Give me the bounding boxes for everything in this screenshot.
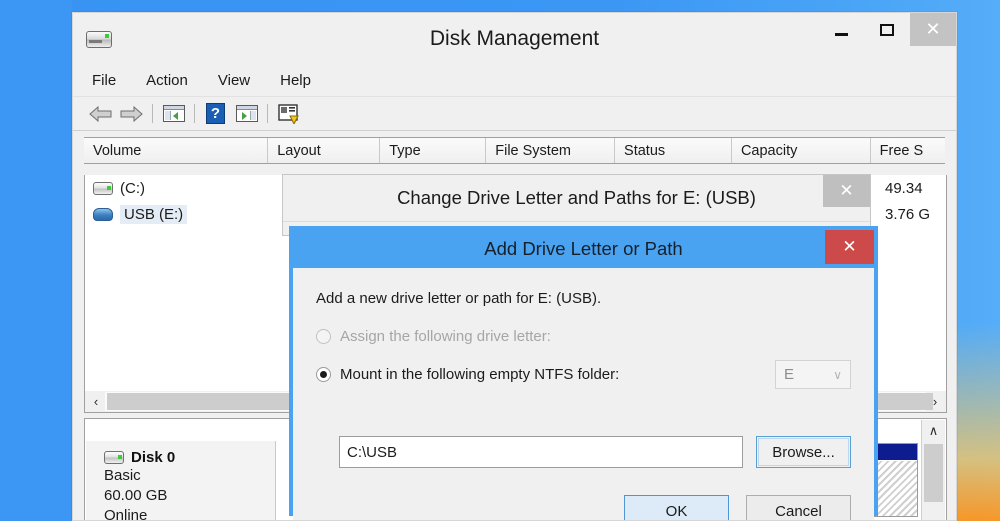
column-header-type[interactable]: Type: [380, 138, 487, 163]
disk-info-block[interactable]: Disk 0 Basic 60.00 GB Online: [86, 441, 276, 520]
column-header-capacity[interactable]: Capacity: [731, 138, 871, 163]
maximize-icon: [880, 23, 894, 36]
minimize-icon: [834, 32, 848, 36]
chevron-down-icon: ∨: [833, 367, 842, 382]
cell-freespace-row1: 3.76 G: [885, 206, 931, 223]
assign-drive-letter-radio[interactable]: [316, 329, 331, 344]
close-icon: ✕: [839, 181, 854, 200]
disk-management-window: Disk Management ✕ File Action View Help: [72, 12, 957, 521]
disk-title-row: Disk 0: [104, 449, 275, 466]
rescan-disks-button[interactable]: [273, 101, 304, 127]
mount-ntfs-folder-option[interactable]: Mount in the following empty NTFS folder…: [316, 366, 851, 383]
toolbar-separator-2: [194, 104, 195, 123]
show-console-tree-icon: [162, 105, 185, 122]
minimize-button[interactable]: [818, 13, 864, 46]
show-action-pane-button[interactable]: [231, 101, 262, 127]
volume-table-header: Volume Layout Type File System Status Ca…: [84, 137, 945, 164]
hscroll-right-arrow[interactable]: ›: [925, 392, 945, 412]
change-drive-letter-dialog-close-button[interactable]: ✕: [823, 175, 870, 207]
change-drive-letter-dialog-title: Change Drive Letter and Paths for E: (US…: [397, 187, 756, 208]
mount-ntfs-folder-radio[interactable]: [316, 367, 331, 382]
column-header-filesystem[interactable]: File System: [486, 138, 616, 163]
vscroll-thumb[interactable]: [924, 444, 943, 502]
back-arrow-icon: [89, 105, 112, 122]
desktop-background-left: [0, 0, 72, 521]
dialog-description: Add a new drive letter or path for E: (U…: [316, 290, 602, 307]
assign-drive-letter-option[interactable]: Assign the following drive letter:: [316, 328, 851, 345]
column-header-status[interactable]: Status: [615, 138, 732, 163]
dialog-footer: OK Cancel: [624, 495, 851, 520]
add-drive-letter-dialog: Add Drive Letter or Path ✕ Add a new dri…: [289, 226, 878, 520]
usb-drive-icon: [93, 207, 113, 221]
column-header-layout[interactable]: Layout: [268, 138, 381, 163]
column-header-volume[interactable]: Volume: [84, 138, 269, 163]
toolbar-separator-3: [267, 104, 268, 123]
hard-disk-icon: [93, 181, 113, 195]
window-controls: ✕: [818, 13, 956, 47]
forward-arrow-icon: [120, 105, 143, 122]
help-button[interactable]: ?: [200, 101, 231, 127]
ok-button[interactable]: OK: [624, 495, 729, 520]
show-action-pane-icon: [235, 105, 258, 122]
window-titlebar: Disk Management ✕: [73, 13, 956, 64]
assign-drive-letter-label: Assign the following drive letter:: [340, 328, 551, 345]
column-header-freespace[interactable]: Free S: [870, 138, 945, 163]
menu-item-action[interactable]: Action: [146, 72, 188, 89]
volume-name: USB (E:): [120, 204, 188, 224]
disk-status: Online: [104, 507, 148, 521]
menu-item-file[interactable]: File: [92, 72, 116, 89]
disk-type: Basic: [104, 467, 141, 484]
maximize-button[interactable]: [864, 13, 910, 46]
show-console-tree-button[interactable]: [158, 101, 189, 127]
close-button[interactable]: ✕: [910, 13, 956, 46]
hard-disk-icon: [104, 451, 124, 464]
drive-letter-select[interactable]: E ∨: [775, 360, 851, 389]
toolbar-separator-1: [152, 104, 153, 123]
mount-path-row: Browse...: [339, 436, 851, 468]
add-drive-letter-dialog-title: Add Drive Letter or Path: [484, 238, 683, 259]
help-icon: ?: [206, 103, 225, 124]
hscroll-left-arrow[interactable]: ‹: [86, 392, 106, 412]
add-drive-letter-dialog-titlebar: Add Drive Letter or Path ✕: [293, 230, 874, 268]
cell-freespace-row0: 49.34: [885, 180, 923, 197]
close-icon: ✕: [925, 18, 941, 40]
add-drive-letter-dialog-close-button[interactable]: ✕: [825, 230, 874, 264]
forward-button[interactable]: [116, 101, 147, 127]
menu-item-view[interactable]: View: [218, 72, 250, 89]
drive-letter-value: E: [784, 366, 795, 383]
disk-size: 60.00 GB: [104, 487, 168, 504]
mount-path-input[interactable]: [339, 436, 743, 468]
back-button[interactable]: [85, 101, 116, 127]
browse-button[interactable]: Browse...: [756, 436, 851, 468]
volume-name: (C:): [120, 179, 145, 197]
disk-drive-icon: [86, 28, 112, 50]
rescan-disks-icon: [277, 103, 300, 125]
vscroll-up-arrow[interactable]: ∧: [922, 420, 945, 442]
disk-pane-vertical-scrollbar[interactable]: ∧: [921, 420, 945, 520]
disk-name: Disk 0: [131, 449, 176, 466]
mount-ntfs-folder-label: Mount in the following empty NTFS folder…: [340, 366, 620, 383]
menubar: File Action View Help: [73, 64, 956, 97]
toolbar: ?: [73, 97, 956, 131]
cancel-button[interactable]: Cancel: [746, 495, 851, 520]
close-icon: ✕: [842, 237, 857, 256]
menu-item-help[interactable]: Help: [280, 72, 311, 89]
add-drive-letter-dialog-body: Add a new drive letter or path for E: (U…: [293, 268, 874, 520]
